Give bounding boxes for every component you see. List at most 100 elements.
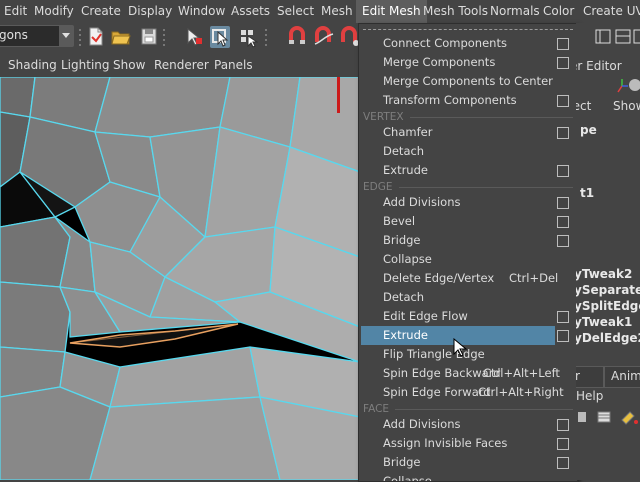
wireframe-mesh[interactable] — [0, 77, 360, 480]
option-box-icon[interactable] — [557, 197, 569, 209]
history-node[interactable]: ySeparate1 — [576, 283, 640, 297]
tab-anim-layers[interactable]: Anim — [604, 366, 640, 388]
menu-create[interactable]: Create — [81, 0, 121, 23]
option-box-icon[interactable] — [557, 216, 569, 228]
section-header-face: FACE — [363, 402, 573, 416]
menu-item-chamfer[interactable]: Chamfer — [359, 123, 559, 142]
menu-item-add-divisions-face[interactable]: Add Divisions — [359, 415, 559, 434]
menu-item-label: Delete Edge/Vertex — [383, 271, 495, 285]
menu-item-connect-components[interactable]: Connect Components — [359, 34, 559, 53]
menu-item-assign-invisible-faces[interactable]: Assign Invisible Faces — [359, 434, 559, 453]
menu-create-uvs[interactable]: Create UVs — [583, 0, 640, 23]
render-icon[interactable] — [628, 77, 640, 96]
open-scene-icon[interactable] — [110, 26, 131, 48]
menu-item-detach-edge[interactable]: Detach — [359, 288, 559, 307]
panel-menu-panels[interactable]: Panels — [214, 53, 253, 77]
option-box-icon[interactable] — [557, 165, 569, 177]
select-component-icon[interactable] — [210, 26, 230, 48]
menu-item-label: Assign Invisible Faces — [383, 436, 508, 450]
option-box-icon[interactable] — [557, 330, 569, 342]
option-box-icon[interactable] — [557, 38, 569, 50]
option-box-icon[interactable] — [557, 127, 569, 139]
option-box-icon[interactable] — [557, 457, 569, 469]
menu-set-dropdown[interactable]: gons — [0, 25, 74, 47]
perspective-viewport[interactable] — [0, 77, 360, 480]
menu-item-label: Transform Components — [383, 93, 517, 107]
menu-item-spin-edge-forward[interactable]: Spin Edge Forward Ctrl+Alt+Right — [359, 383, 564, 402]
menu-item-collapse-edge[interactable]: Collapse — [359, 250, 559, 269]
option-box-icon[interactable] — [557, 311, 569, 323]
select-object-icon[interactable] — [238, 26, 259, 48]
menu-item-extrude-vertex[interactable]: Extrude — [359, 161, 559, 180]
main-menubar: Edit Modify Create Display Window Assets… — [0, 0, 640, 24]
panel-menu-renderer[interactable]: Renderer — [154, 53, 209, 77]
option-box-icon[interactable] — [557, 438, 569, 450]
menu-edit[interactable]: Edit — [4, 0, 27, 23]
save-scene-icon[interactable] — [139, 26, 159, 48]
tab-display-layers[interactable]: r — [576, 366, 604, 388]
panel-menu-show[interactable]: Show — [113, 53, 145, 77]
menu-item-label: Add Divisions — [383, 195, 461, 209]
menu-item-detach-vertex[interactable]: Detach — [359, 142, 559, 161]
help-menu[interactable]: Help — [576, 389, 603, 403]
menu-edit-mesh[interactable]: Edit Mesh — [356, 0, 427, 23]
history-node[interactable]: yTweak2 — [576, 267, 632, 281]
option-box-icon[interactable] — [557, 57, 569, 69]
menu-item-label: Extrude — [383, 163, 428, 177]
snap-to-curve-icon[interactable] — [313, 26, 334, 48]
snap-to-point-icon[interactable] — [339, 26, 359, 48]
menu-item-delete-edge-vertex[interactable]: Delete Edge/Vertex Ctrl+Del — [359, 269, 559, 288]
history-node[interactable]: yTweak1 — [576, 315, 632, 329]
menu-item-shortcut: Ctrl+Alt+Left — [483, 366, 560, 380]
menu-item-label: Add Divisions — [383, 417, 461, 431]
menu-item-bridge-face[interactable]: Bridge — [359, 453, 559, 472]
history-node[interactable]: ySplitEdge1 — [576, 299, 640, 313]
menu-mesh[interactable]: Mesh — [321, 0, 353, 23]
edit-mesh-dropdown-menu: Connect Components Merge Components Merg… — [358, 23, 578, 482]
toolbar-separator-icon — [265, 29, 267, 46]
select-hierarchy-icon[interactable] — [184, 26, 204, 48]
menu-item-add-divisions-edge[interactable]: Add Divisions — [359, 193, 559, 212]
menu-item-label: Collapse — [383, 252, 432, 266]
toolbar-separator-icon — [163, 29, 165, 46]
menu-item-label: Merge Components — [383, 55, 496, 69]
menu-select[interactable]: Select — [277, 0, 314, 23]
menu-item-spin-edge-backward[interactable]: Spin Edge Backward Ctrl+Alt+Left — [359, 364, 560, 383]
menu-modify[interactable]: Modify — [34, 0, 74, 23]
menu-assets[interactable]: Assets — [231, 0, 270, 23]
panel-menu-lighting[interactable]: Lighting — [61, 53, 110, 77]
history-node[interactable]: yDelEdge2 — [576, 331, 640, 345]
menu-color[interactable]: Color — [543, 0, 574, 23]
menu-window[interactable]: Window — [178, 0, 225, 23]
mouse-cursor-icon — [453, 338, 467, 357]
menu-item-bevel[interactable]: Bevel — [359, 212, 559, 231]
tab-show[interactable]: Show — [613, 99, 640, 113]
menu-item-transform-components[interactable]: Transform Components — [359, 91, 559, 110]
option-box-icon[interactable] — [557, 235, 569, 247]
menu-mesh-tools[interactable]: Mesh Tools — [423, 0, 488, 23]
menu-tearoff-line[interactable] — [363, 29, 573, 30]
menu-display[interactable]: Display — [128, 0, 172, 23]
menu-item-label: Edit Edge Flow — [383, 309, 468, 323]
layout-icons[interactable] — [576, 28, 640, 49]
new-scene-icon[interactable] — [86, 26, 106, 48]
menu-item-label: Bridge — [383, 455, 421, 469]
tab-object[interactable]: oject — [576, 99, 591, 113]
tab-label: r — [576, 369, 580, 383]
panel-menu-shading[interactable]: Shading — [8, 53, 57, 77]
snap-to-grid-icon[interactable] — [287, 26, 307, 48]
menu-item-label: Bevel — [383, 214, 416, 228]
menu-item-bridge-edge[interactable]: Bridge — [359, 231, 559, 250]
layer-icons[interactable] — [578, 406, 640, 431]
chevron-down-icon[interactable] — [59, 26, 73, 46]
node-label[interactable]: t1 — [580, 186, 594, 200]
option-box-icon[interactable] — [557, 419, 569, 431]
menu-item-edit-edge-flow[interactable]: Edit Edge Flow — [359, 307, 559, 326]
tab-label: Anim — [611, 369, 640, 383]
menu-item-merge-components-to-center[interactable]: Merge Components to Center — [359, 72, 559, 91]
menu-item-collapse-face[interactable]: Collapse — [359, 472, 559, 481]
attribute-editor-label[interactable]: er Editor — [576, 59, 622, 73]
menu-normals[interactable]: Normals — [490, 0, 540, 23]
option-box-icon[interactable] — [557, 95, 569, 107]
menu-item-merge-components[interactable]: Merge Components — [359, 53, 559, 72]
